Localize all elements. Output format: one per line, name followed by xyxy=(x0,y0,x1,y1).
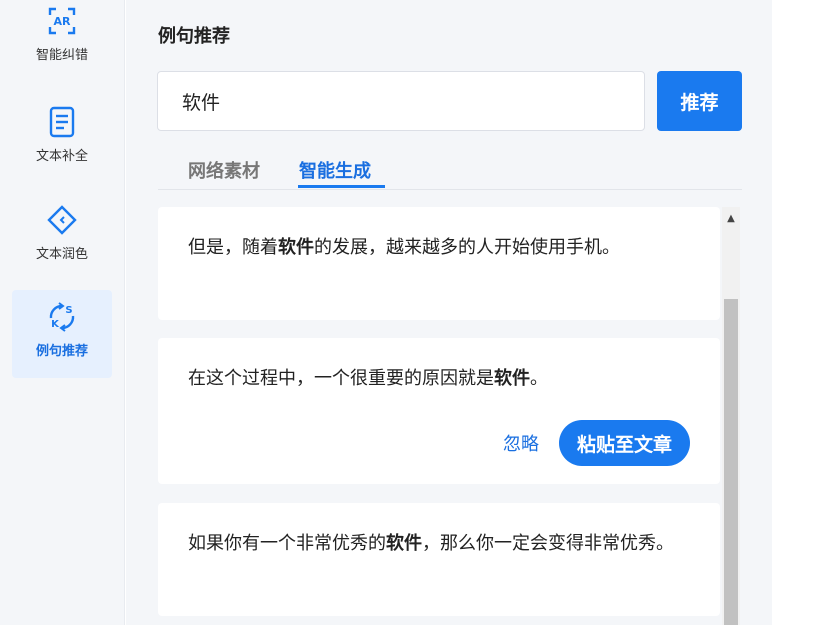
sentence-text: 在这个过程中，一个很重要的原因就是软件。 xyxy=(188,368,548,389)
card-actions: 忽略 粘贴至文章 xyxy=(503,420,690,466)
sentence-swap-icon: S K xyxy=(45,300,79,334)
scrollbar[interactable]: ▲ xyxy=(722,207,740,625)
sentence-text: 但是，随着软件的发展，越来越多的人开始使用手机。 xyxy=(188,237,620,258)
recommend-button[interactable]: 推荐 xyxy=(657,71,742,131)
svg-text:S: S xyxy=(65,305,72,316)
sentence-list: 但是，随着软件的发展，越来越多的人开始使用手机。 在这个过程中，一个很重要的原因… xyxy=(158,207,740,625)
active-tab-indicator xyxy=(298,185,385,188)
page-title: 例句推荐 xyxy=(158,26,230,47)
sidebar-item-label: 例句推荐 xyxy=(35,344,88,359)
svg-text:K: K xyxy=(51,319,60,330)
keyword-highlight: 软件 xyxy=(386,533,422,554)
sentence-card[interactable]: 如果你有一个非常优秀的软件，那么你一定会变得非常优秀。 xyxy=(158,503,720,616)
sidebar-item-label: 智能纠错 xyxy=(35,48,88,63)
polish-icon xyxy=(45,203,79,237)
right-blank-area xyxy=(772,0,817,625)
tab-web-material[interactable]: 网络素材 xyxy=(188,157,260,183)
tab-bar: 网络素材 智能生成 xyxy=(158,155,742,190)
sentence-text: 如果你有一个非常优秀的软件，那么你一定会变得非常优秀。 xyxy=(188,533,674,554)
sentence-card[interactable]: 但是，随着软件的发展，越来越多的人开始使用手机。 xyxy=(158,207,720,320)
sidebar: AR 智能纠错 文本补全 文本润色 S K 例句推荐 xyxy=(0,0,125,625)
document-complete-icon xyxy=(45,105,79,139)
search-input[interactable]: 软件 xyxy=(157,71,645,131)
sentence-card[interactable]: 在这个过程中，一个很重要的原因就是软件。 忽略 粘贴至文章 xyxy=(158,338,720,484)
sidebar-item-label: 文本补全 xyxy=(35,149,88,164)
paste-to-article-button[interactable]: 粘贴至文章 xyxy=(558,420,690,466)
tab-smart-generate[interactable]: 智能生成 xyxy=(299,157,371,183)
sidebar-item-sentence-recommend[interactable]: S K 例句推荐 xyxy=(12,290,112,378)
svg-text:AR: AR xyxy=(54,15,72,28)
keyword-highlight: 软件 xyxy=(278,237,314,258)
search-input-value: 软件 xyxy=(182,91,221,114)
keyword-highlight: 软件 xyxy=(494,368,530,389)
sidebar-item-text-complete[interactable]: 文本补全 xyxy=(12,95,112,183)
sidebar-item-label: 文本润色 xyxy=(35,247,88,262)
ignore-link[interactable]: 忽略 xyxy=(503,430,539,456)
spell-check-icon: AR xyxy=(45,4,79,38)
sidebar-item-polish[interactable]: 文本润色 xyxy=(12,193,112,281)
sidebar-item-spell-check[interactable]: AR 智能纠错 xyxy=(12,0,112,82)
scroll-up-arrow-icon[interactable]: ▲ xyxy=(722,211,740,225)
scrollbar-thumb[interactable] xyxy=(724,299,738,625)
